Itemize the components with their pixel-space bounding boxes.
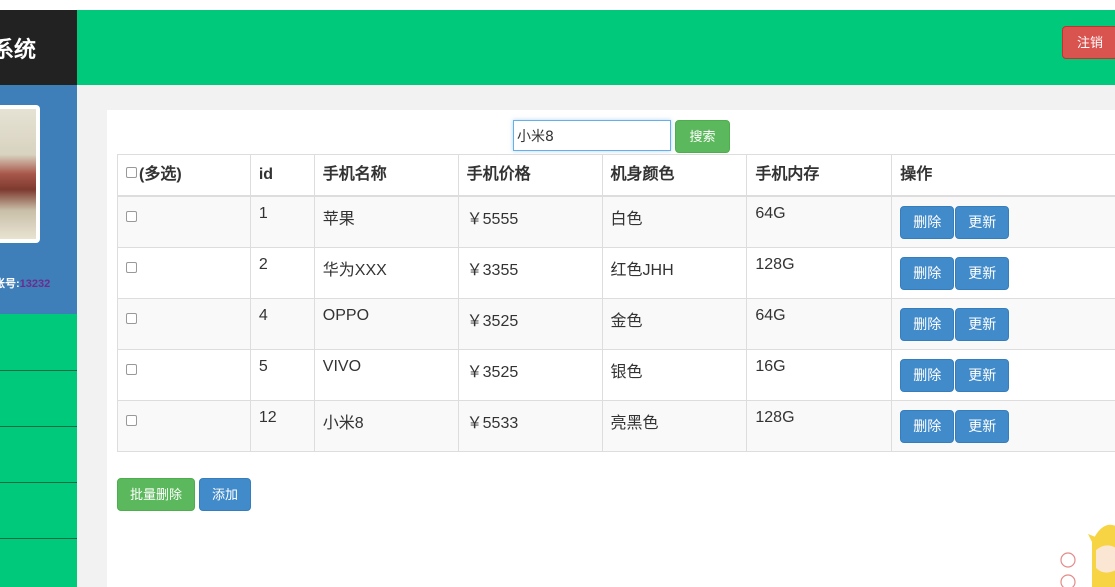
- cell-id: 4: [249, 297, 315, 350]
- cell-id: 1: [249, 195, 315, 248]
- row-actions: 删除 更新: [900, 206, 1115, 239]
- cell-price: ￥3525: [457, 348, 603, 401]
- search-button[interactable]: 搜索: [675, 120, 730, 153]
- update-button[interactable]: 更新: [955, 409, 1010, 443]
- cell-id: 2: [249, 246, 315, 299]
- cell-actions: 删除 更新: [891, 399, 1115, 452]
- delete-button[interactable]: 删除: [900, 358, 955, 392]
- cell-price: ￥3355: [457, 246, 603, 299]
- update-button[interactable]: 更新: [955, 307, 1010, 341]
- column-header-actions: 操作: [891, 154, 1115, 197]
- add-button[interactable]: 添加: [199, 478, 252, 511]
- delete-button[interactable]: 删除: [900, 307, 955, 341]
- cell-price: ￥5533: [457, 399, 603, 452]
- column-header-memory: 手机内存: [746, 154, 893, 197]
- cell-color: 红色JHH: [601, 246, 748, 299]
- cell-name: 华为XXX: [313, 246, 459, 299]
- update-button[interactable]: 更新: [955, 358, 1010, 392]
- table-row: 12 小米8 ￥5533 亮黑色 128G 删除 更新: [117, 399, 1115, 452]
- cell-name: 小米8: [313, 399, 459, 452]
- row-select-cell: [117, 297, 251, 350]
- delete-button[interactable]: 删除: [900, 256, 955, 290]
- column-header-price: 手机价格: [457, 154, 603, 197]
- logout-button[interactable]: 注销: [1062, 26, 1115, 59]
- row-select-cell: [117, 195, 251, 248]
- cell-name: VIVO: [313, 348, 459, 401]
- cell-memory: 64G: [746, 297, 893, 350]
- sidebar: 账号:13232: [0, 85, 77, 587]
- column-header-id: id: [249, 154, 315, 197]
- cell-name: 苹果: [313, 195, 459, 248]
- row-actions: 删除 更新: [900, 256, 1115, 290]
- avatar-image: [0, 109, 36, 239]
- table-row: 5 VIVO ￥3525 银色 16G 删除 更新: [117, 348, 1115, 401]
- cell-id: 12: [249, 399, 315, 452]
- row-checkbox[interactable]: [126, 261, 137, 273]
- select-all-checkbox[interactable]: [126, 167, 137, 179]
- top-strip: [0, 0, 1115, 10]
- account-info: 账号:13232: [0, 275, 50, 291]
- sidebar-nav-item[interactable]: [0, 484, 77, 539]
- column-header-color: 机身颜色: [601, 154, 748, 197]
- row-select-cell: [117, 246, 251, 299]
- cell-actions: 删除 更新: [891, 246, 1115, 299]
- column-header-select-label: (多选): [139, 166, 182, 183]
- cell-price: ￥3525: [457, 297, 603, 350]
- cell-color: 银色: [601, 348, 748, 401]
- row-checkbox[interactable]: [126, 312, 137, 324]
- avatar: [0, 105, 40, 243]
- sidebar-nav-item[interactable]: [0, 372, 77, 427]
- table-row: 4 OPPO ￥3525 金色 64G 删除 更新: [117, 297, 1115, 350]
- row-actions: 删除 更新: [900, 307, 1115, 341]
- cell-price: ￥5555: [457, 195, 603, 248]
- account-label: 账号:: [0, 278, 20, 290]
- row-select-cell: [117, 348, 251, 401]
- search-input[interactable]: [513, 120, 671, 151]
- cell-actions: 删除 更新: [891, 348, 1115, 401]
- sidebar-nav-item[interactable]: [0, 316, 77, 371]
- app-title: 系统: [0, 38, 37, 63]
- row-checkbox[interactable]: [126, 414, 137, 426]
- cell-actions: 删除 更新: [891, 195, 1115, 248]
- phone-table: (多选) id 手机名称 手机价格 机身颜色 手机内存 操作 1 苹果 ￥555…: [117, 154, 1115, 452]
- column-header-select: (多选): [117, 154, 251, 197]
- cell-memory: 128G: [746, 246, 893, 299]
- cell-actions: 删除 更新: [891, 297, 1115, 350]
- profile-panel: 账号:13232: [0, 85, 77, 314]
- mascot-decoration-icon: [1060, 524, 1115, 587]
- top-header: 注销: [77, 10, 1115, 85]
- update-button[interactable]: 更新: [955, 256, 1010, 290]
- cell-memory: 128G: [746, 399, 893, 452]
- row-select-cell: [117, 399, 251, 452]
- cell-color: 白色: [601, 195, 748, 248]
- table-row: 2 华为XXX ￥3355 红色JHH 128G 删除 更新: [117, 246, 1115, 299]
- cell-memory: 64G: [746, 195, 893, 248]
- row-actions: 删除 更新: [900, 358, 1115, 392]
- cell-color: 金色: [601, 297, 748, 350]
- row-actions: 删除 更新: [900, 409, 1115, 443]
- bottom-actions: 批量删除 添加: [117, 478, 255, 511]
- cell-name: OPPO: [313, 297, 459, 350]
- cell-id: 5: [249, 348, 315, 401]
- update-button[interactable]: 更新: [955, 206, 1010, 239]
- column-header-name: 手机名称: [313, 154, 459, 197]
- row-checkbox[interactable]: [126, 211, 137, 223]
- row-checkbox[interactable]: [126, 363, 137, 375]
- table-header-row: (多选) id 手机名称 手机价格 机身颜色 手机内存 操作: [117, 154, 1115, 197]
- cell-memory: 16G: [746, 348, 893, 401]
- sidebar-nav-item[interactable]: [0, 428, 77, 483]
- logo-bar: 系统: [0, 10, 77, 85]
- delete-button[interactable]: 删除: [900, 206, 955, 239]
- table-row: 1 苹果 ￥5555 白色 64G 删除 更新: [117, 195, 1115, 248]
- cell-color: 亮黑色: [601, 399, 748, 452]
- delete-button[interactable]: 删除: [900, 409, 955, 443]
- account-value: 13232: [19, 278, 51, 290]
- batch-delete-button[interactable]: 批量删除: [117, 478, 196, 511]
